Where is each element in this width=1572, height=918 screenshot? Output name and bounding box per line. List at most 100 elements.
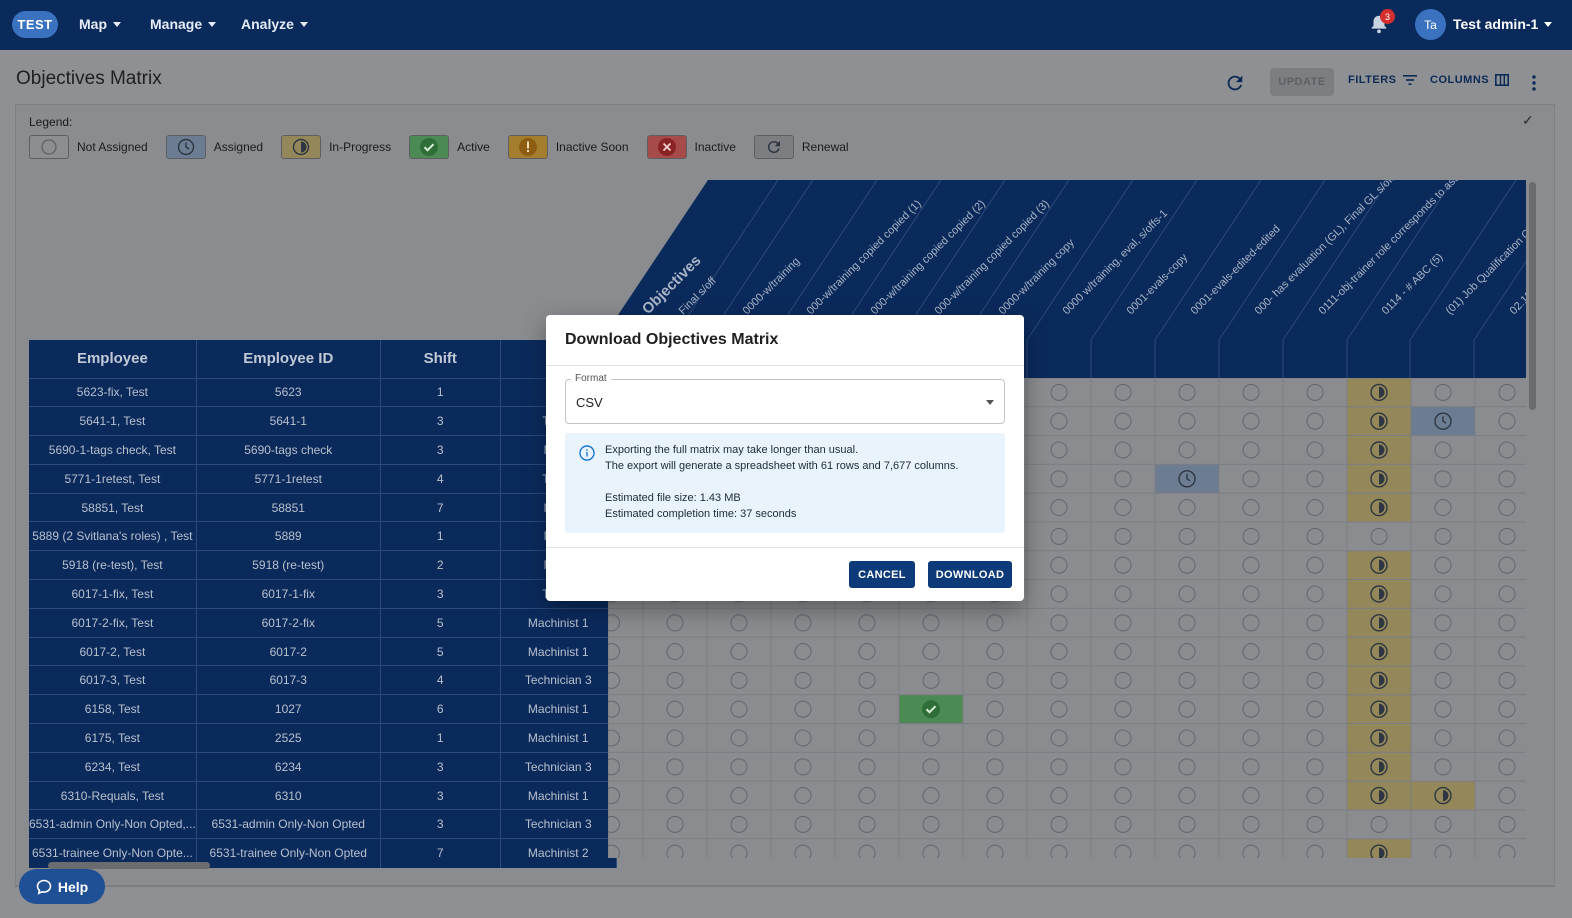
matrix-cell[interactable] (1218, 521, 1284, 552)
matrix-cell[interactable] (1282, 723, 1348, 753)
matrix-cell[interactable] (1282, 780, 1348, 811)
table-row[interactable]: 58851, Test588517Mach (29, 492, 617, 522)
columns-button[interactable]: COLUMNS (1430, 74, 1510, 86)
matrix-cell[interactable] (1410, 463, 1476, 494)
matrix-cell[interactable] (1474, 378, 1526, 408)
matrix-cell[interactable] (1218, 838, 1284, 858)
matrix-cell[interactable] (770, 665, 836, 696)
matrix-cell[interactable] (1218, 579, 1284, 609)
column-header-shift[interactable]: Shift (380, 340, 501, 378)
matrix-cell[interactable] (1346, 521, 1412, 552)
matrix-cell[interactable] (1218, 723, 1284, 753)
matrix-cell[interactable] (1154, 492, 1220, 523)
matrix-cell[interactable] (1218, 809, 1284, 840)
matrix-cell[interactable] (1218, 406, 1284, 437)
matrix-cell[interactable] (898, 636, 964, 667)
matrix-cell[interactable] (1282, 406, 1348, 437)
table-row[interactable]: 5641-1, Test5641-13Techn (29, 406, 617, 436)
matrix-cell[interactable] (834, 751, 900, 782)
matrix-cell[interactable] (898, 809, 964, 840)
matrix-cell[interactable] (1218, 378, 1284, 408)
matrix-cell[interactable] (642, 809, 708, 840)
matrix-cell[interactable] (1026, 435, 1092, 465)
matrix-cell[interactable] (1218, 780, 1284, 811)
table-row[interactable]: 5889 (2 Svitlana's roles) , Test58891Mac… (29, 521, 617, 551)
nav-menu-manage[interactable]: Manage (150, 16, 217, 32)
matrix-cell[interactable] (898, 723, 964, 753)
matrix-cell[interactable] (1282, 463, 1348, 494)
matrix-cell[interactable] (1282, 435, 1348, 465)
refresh-icon[interactable] (1224, 72, 1246, 94)
matrix-cell[interactable] (1218, 435, 1284, 465)
matrix-cell[interactable] (1026, 550, 1092, 581)
matrix-cell[interactable] (642, 751, 708, 782)
matrix-cell[interactable] (1474, 521, 1526, 552)
matrix-cell[interactable] (706, 751, 772, 782)
matrix-cell[interactable] (962, 751, 1028, 782)
matrix-cell[interactable] (706, 809, 772, 840)
table-row[interactable]: 6017-2, Test 6017-2 5 Machinist 1 (29, 636, 617, 666)
matrix-cell[interactable] (770, 636, 836, 667)
matrix-cell[interactable] (608, 780, 644, 811)
matrix-cell[interactable] (1026, 463, 1092, 494)
table-row[interactable]: 6531-admin Only-Non Opted,... 6531-admin … (29, 809, 617, 839)
matrix-cell[interactable] (1090, 809, 1156, 840)
matrix-cell[interactable] (608, 694, 644, 725)
matrix-cell[interactable] (1410, 694, 1476, 725)
matrix-cell[interactable] (1026, 378, 1092, 408)
matrix-cell[interactable] (1026, 723, 1092, 753)
matrix-cell[interactable] (1282, 665, 1348, 696)
matrix-cell[interactable] (1282, 579, 1348, 609)
matrix-cell[interactable] (1154, 780, 1220, 811)
matrix-cell[interactable] (1026, 780, 1092, 811)
table-row[interactable]: 5623-fix, Test56231Ma (29, 377, 617, 407)
matrix-cell[interactable] (1026, 751, 1092, 782)
matrix-cell[interactable] (1410, 378, 1476, 408)
matrix-cell[interactable] (1282, 694, 1348, 725)
matrix-cell[interactable] (1026, 607, 1092, 638)
matrix-cell[interactable] (1090, 406, 1156, 437)
matrix-cell[interactable] (1474, 435, 1526, 465)
matrix-cell[interactable] (1154, 636, 1220, 667)
matrix-cell[interactable] (962, 694, 1028, 725)
matrix-cell[interactable] (1090, 579, 1156, 609)
help-button[interactable]: Help (19, 869, 105, 904)
matrix-cell[interactable] (770, 838, 836, 858)
matrix-cell[interactable] (1474, 723, 1526, 753)
matrix-cell[interactable] (1474, 607, 1526, 638)
matrix-cell[interactable] (1026, 809, 1092, 840)
matrix-cell[interactable] (1026, 406, 1092, 437)
matrix-cell[interactable] (1090, 694, 1156, 725)
matrix-cell[interactable] (1090, 838, 1156, 858)
matrix-cell[interactable] (642, 607, 708, 638)
matrix-cell[interactable] (608, 636, 644, 667)
matrix-cell[interactable] (962, 838, 1028, 858)
matrix-cell[interactable] (770, 751, 836, 782)
matrix-cell[interactable] (1410, 636, 1476, 667)
matrix-cell[interactable] (1026, 636, 1092, 667)
matrix-cell[interactable] (1090, 492, 1156, 523)
matrix-cell[interactable] (834, 723, 900, 753)
matrix-cell[interactable] (1090, 780, 1156, 811)
matrix-cell[interactable] (1090, 378, 1156, 408)
matrix-cell[interactable] (962, 780, 1028, 811)
matrix-cell[interactable] (1154, 579, 1220, 609)
more-vert-icon[interactable] (1528, 74, 1540, 92)
matrix-cell[interactable] (608, 665, 644, 696)
matrix-cell[interactable] (1282, 521, 1348, 552)
matrix-cell[interactable] (1282, 809, 1348, 840)
matrix-cell[interactable] (1154, 521, 1220, 552)
update-button[interactable]: UPDATE (1270, 68, 1334, 96)
matrix-cell[interactable] (1090, 435, 1156, 465)
matrix-cell[interactable] (962, 636, 1028, 667)
matrix-cell[interactable] (1474, 579, 1526, 609)
matrix-cell[interactable] (834, 694, 900, 725)
matrix-cell[interactable] (1218, 636, 1284, 667)
matrix-cell[interactable] (1090, 463, 1156, 494)
matrix-cell[interactable] (642, 838, 708, 858)
matrix-cell[interactable] (898, 607, 964, 638)
matrix-cell[interactable] (1410, 607, 1476, 638)
matrix-cell[interactable] (1282, 378, 1348, 408)
brand-logo[interactable]: TEST (12, 11, 58, 38)
matrix-cell[interactable] (1154, 751, 1220, 782)
